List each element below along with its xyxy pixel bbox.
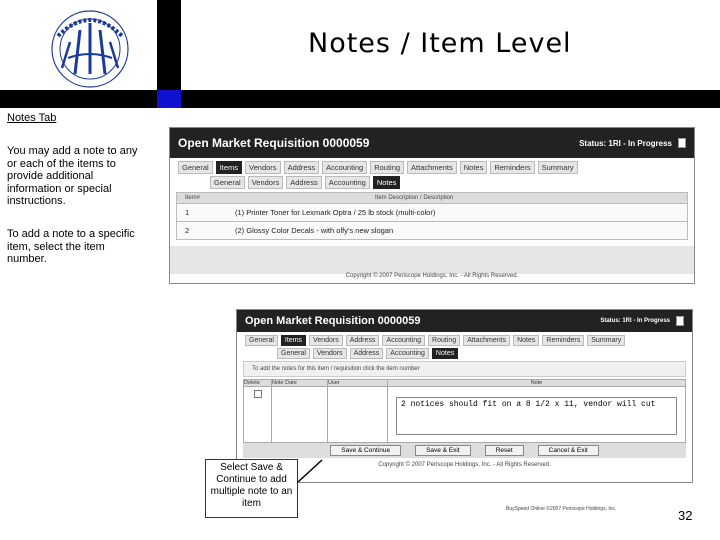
reset-button[interactable]: Reset <box>484 445 524 456</box>
decorative-blue-square <box>157 90 181 108</box>
items-grid-header: Item# Item Description / Description <box>176 192 688 204</box>
item-number-link[interactable]: 1 <box>185 208 235 217</box>
screen-header: Open Market Requisition 0000059 Status: … <box>237 310 692 332</box>
item-description: (1) Printer Toner for Lexmark Optra / 25… <box>235 208 436 217</box>
save-continue-button[interactable]: Save & Continue <box>330 445 402 456</box>
page-number: 32 <box>678 508 693 523</box>
status-text: Status: 1RI - In Progress <box>600 318 670 324</box>
subtab-notes[interactable]: Notes <box>431 348 459 359</box>
subtab-accounting[interactable]: Accounting <box>386 348 429 359</box>
column-header-item: Item# <box>185 195 201 201</box>
tab-items[interactable]: Items <box>280 335 307 346</box>
screenshot-notes-entry: Open Market Requisition 0000059 Status: … <box>236 309 693 483</box>
table-row[interactable]: 2 (2) Glossy Color Decals - with olfy's … <box>176 222 688 240</box>
tab-address[interactable]: Address <box>283 161 320 174</box>
tab-address[interactable]: Address <box>345 335 380 346</box>
column-header-description: Item Description / Description <box>375 195 454 201</box>
airport-authority-logo <box>51 10 129 88</box>
column-header-note: Note <box>530 380 543 386</box>
decorative-horizontal-bar <box>0 90 720 108</box>
table-row[interactable]: 1 (1) Printer Toner for Lexmark Optra / … <box>176 204 688 222</box>
sidebar-paragraph-1: You may add a note to any or each of the… <box>7 145 138 207</box>
subtab-general[interactable]: General <box>277 348 310 359</box>
tab-routing[interactable]: Routing <box>370 161 405 174</box>
screen-header: Open Market Requisition 0000059 Status: … <box>170 128 694 158</box>
tab-summary[interactable]: Summary <box>537 161 578 174</box>
screenshot-items-list: Open Market Requisition 0000059 Status: … <box>169 127 695 284</box>
status-text: Status: 1RI - In Progress <box>579 138 672 148</box>
callout-box: Select Save & Continue to add multiple n… <box>205 459 298 518</box>
subtab-general[interactable]: General <box>210 176 245 189</box>
note-textarea[interactable]: 2 notices should fit on a 8 1/2 x 11, ve… <box>396 397 677 435</box>
tab-vendors[interactable]: Vendors <box>245 161 281 174</box>
tab-reminders[interactable]: Reminders <box>490 161 535 174</box>
column-header-note-date: Note Date <box>272 380 328 386</box>
copyright-text: Copyright © 2007 Periscope Holdings, Inc… <box>345 273 519 279</box>
notes-grid: Delete Note Date User Note 2 notices sho… <box>243 379 686 443</box>
item-description: (2) Glossy Color Decals - with olfy's ne… <box>235 226 394 235</box>
action-button-bar: Save & Continue Save & Exit Reset Cancel… <box>243 443 686 458</box>
tab-summary[interactable]: Summary <box>587 335 626 346</box>
save-exit-button[interactable]: Save & Exit <box>415 445 471 456</box>
sub-tabs: General Vendors Address Accounting Notes <box>170 174 694 189</box>
screen-title: Open Market Requisition 0000059 <box>178 136 370 150</box>
sidebar-paragraph-2: To add a note to a specific item, select… <box>7 228 135 265</box>
instruction-text: To add the notes for this item / requisi… <box>243 361 686 377</box>
sub-tabs: General Vendors Address Accounting Notes <box>237 346 692 359</box>
subtab-vendors[interactable]: Vendors <box>312 348 347 359</box>
tab-attachments[interactable]: Attachments <box>407 161 457 174</box>
footer-copyright: BuySpeed Online ©2007 Periscope Holdings… <box>506 506 617 512</box>
main-tabs: General Items Vendors Address Accounting… <box>170 158 694 174</box>
tab-notes[interactable]: Notes <box>459 161 488 174</box>
delete-checkbox[interactable] <box>253 390 262 398</box>
screen-title: Open Market Requisition 0000059 <box>245 315 421 327</box>
subtab-address[interactable]: Address <box>349 348 384 359</box>
document-icon[interactable] <box>676 316 684 326</box>
column-header-user: User <box>328 380 388 386</box>
footer-band <box>170 246 694 274</box>
subtab-accounting[interactable]: Accounting <box>324 176 370 189</box>
slide-title: Notes / Item Level <box>308 28 572 59</box>
tab-accounting[interactable]: Accounting <box>322 161 368 174</box>
tab-notes[interactable]: Notes <box>513 335 540 346</box>
notes-grid-header: Delete Note Date User Note <box>244 380 685 387</box>
cancel-exit-button[interactable]: Cancel & Exit <box>537 445 599 456</box>
column-header-delete: Delete <box>244 380 272 386</box>
tab-general[interactable]: General <box>245 335 278 346</box>
subtab-address[interactable]: Address <box>286 176 322 189</box>
copyright-text: Copyright © 2007 Periscope Holdings, Inc… <box>378 462 551 468</box>
main-tabs: General Items Vendors Address Accounting… <box>237 332 692 346</box>
tab-reminders[interactable]: Reminders <box>542 335 585 346</box>
subtab-vendors[interactable]: Vendors <box>247 176 284 189</box>
tab-accounting[interactable]: Accounting <box>382 335 426 346</box>
tab-items[interactable]: Items <box>215 161 243 174</box>
tab-general[interactable]: General <box>178 161 213 174</box>
tab-vendors[interactable]: Vendors <box>309 335 343 346</box>
subtab-notes[interactable]: Notes <box>372 176 401 189</box>
sidebar-tab-label: Notes Tab <box>7 112 57 124</box>
tab-attachments[interactable]: Attachments <box>463 335 511 346</box>
tab-routing[interactable]: Routing <box>428 335 461 346</box>
notes-grid-row: 2 notices should fit on a 8 1/2 x 11, ve… <box>244 387 685 442</box>
item-number-link[interactable]: 2 <box>185 226 235 235</box>
document-icon[interactable] <box>678 138 686 148</box>
